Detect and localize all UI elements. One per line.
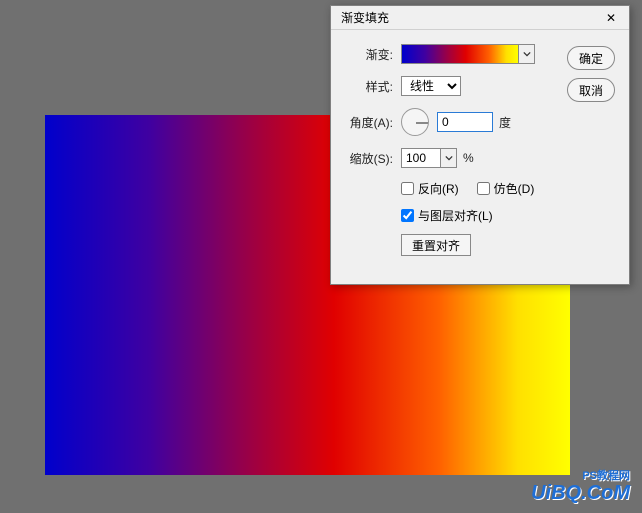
- align-checkbox[interactable]: [401, 209, 414, 222]
- dither-checkbox-wrap[interactable]: 仿色(D): [477, 180, 535, 197]
- ok-button[interactable]: 确定: [567, 46, 615, 70]
- watermark-tag: PS教程网: [582, 467, 630, 483]
- scale-label: 缩放(S):: [341, 150, 401, 167]
- gradient-dropdown[interactable]: [519, 44, 535, 64]
- gradient-fill-dialog: 渐变填充 ✕ 渐变: 样式: 线性 角度(A):: [330, 5, 630, 285]
- watermark-logo: UiBQ.CoM: [531, 482, 630, 505]
- align-checkbox-wrap[interactable]: 与图层对齐(L): [401, 207, 493, 224]
- scale-input[interactable]: [401, 148, 441, 168]
- align-label: 与图层对齐(L): [418, 207, 493, 224]
- close-button[interactable]: ✕: [599, 8, 623, 28]
- angle-input[interactable]: [437, 112, 493, 132]
- dialog-titlebar[interactable]: 渐变填充 ✕: [331, 6, 629, 30]
- close-icon: ✕: [606, 11, 616, 25]
- reverse-label: 反向(R): [418, 180, 459, 197]
- scale-unit: %: [463, 151, 474, 165]
- gradient-label: 渐变:: [341, 46, 401, 63]
- dither-checkbox[interactable]: [477, 182, 490, 195]
- angle-dial[interactable]: [401, 108, 429, 136]
- style-label: 样式:: [341, 78, 401, 95]
- dialog-title: 渐变填充: [341, 9, 389, 26]
- reverse-checkbox[interactable]: [401, 182, 414, 195]
- reverse-checkbox-wrap[interactable]: 反向(R): [401, 180, 459, 197]
- chevron-down-icon: [523, 50, 531, 58]
- style-select[interactable]: 线性: [401, 76, 461, 96]
- gradient-swatch[interactable]: [401, 44, 519, 64]
- angle-label: 角度(A):: [341, 114, 401, 131]
- dither-label: 仿色(D): [494, 180, 535, 197]
- reset-alignment-button[interactable]: 重置对齐: [401, 234, 471, 256]
- angle-unit: 度: [499, 114, 511, 131]
- cancel-button[interactable]: 取消: [567, 78, 615, 102]
- chevron-down-icon: [445, 154, 453, 162]
- scale-dropdown[interactable]: [441, 148, 457, 168]
